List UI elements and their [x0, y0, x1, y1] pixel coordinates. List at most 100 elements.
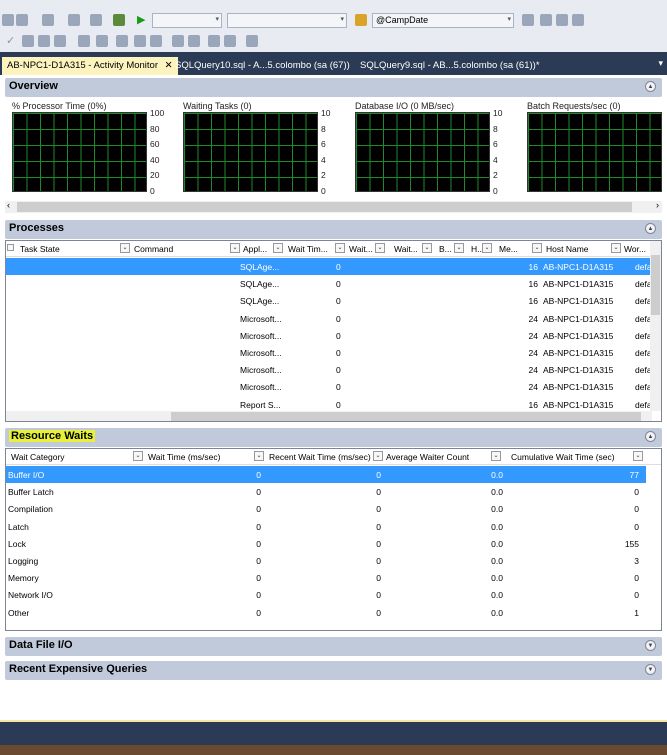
redo-icon[interactable] [42, 14, 54, 26]
column-header[interactable]: Wait... [394, 241, 418, 257]
find-icon[interactable] [355, 14, 367, 26]
results-icon[interactable] [38, 35, 50, 47]
table-row[interactable]: SQLAge... 0 16 AB-NPC1-D1A315 defa [6, 275, 652, 292]
column-header[interactable]: Wor... [624, 241, 646, 257]
scroll-right-icon[interactable]: › [656, 200, 659, 210]
filter-dropdown-icon[interactable]: ⌄ [254, 451, 264, 461]
solution-explorer-icon[interactable] [522, 14, 534, 26]
overview-horizontal-scrollbar[interactable]: ‹ › [5, 200, 662, 213]
indent-icon[interactable] [224, 35, 236, 47]
column-header[interactable]: Command [134, 241, 173, 257]
resource-waits-header[interactable]: Resource Waits ▲ [5, 428, 662, 447]
plan-icon[interactable] [54, 35, 66, 47]
collapse-icon[interactable]: ▲ [645, 81, 656, 92]
table-row[interactable]: Buffer Latch 0 0 0.0 0 [6, 483, 646, 500]
expand-icon[interactable]: ▼ [645, 640, 656, 651]
select-all-checkbox[interactable] [7, 244, 14, 251]
cell-memory: 24 [528, 330, 538, 341]
column-header[interactable]: Wait Category [11, 449, 65, 465]
processes-header[interactable]: Processes ▲ [5, 220, 662, 239]
filter-dropdown-icon[interactable]: ⌄ [120, 243, 130, 253]
table-row[interactable]: SQLAge... 0 16 AB-NPC1-D1A315 defa [6, 292, 652, 309]
column-header[interactable]: Appl... [243, 241, 267, 257]
expand-icon[interactable]: ▼ [645, 664, 656, 675]
platform-combo[interactable]: ▾ [227, 13, 347, 28]
column-header[interactable]: Task State [20, 241, 60, 257]
table-row[interactable]: Logging 0 0 0.0 3 [6, 552, 646, 569]
filter-dropdown-icon[interactable]: ⌄ [422, 243, 432, 253]
file-results-icon[interactable] [150, 35, 162, 47]
undo-icon[interactable] [16, 14, 28, 26]
filter-dropdown-icon[interactable]: ⌄ [273, 243, 283, 253]
filter-dropdown-icon[interactable]: ⌄ [482, 243, 492, 253]
recent-expensive-queries-header[interactable]: Recent Expensive Queries ▼ [5, 661, 662, 680]
column-header[interactable]: Me... [499, 241, 518, 257]
text-results-icon[interactable] [116, 35, 128, 47]
comment-icon[interactable] [172, 35, 184, 47]
scrollbar-thumb[interactable] [17, 202, 632, 212]
table-row[interactable]: Microsoft... 0 24 AB-NPC1-D1A315 defa [6, 344, 652, 361]
grid-results-icon[interactable] [134, 35, 146, 47]
column-header[interactable]: Host Name [546, 241, 589, 257]
column-header[interactable]: Wait Time (ms/sec) [148, 449, 220, 465]
filter-dropdown-icon[interactable]: ⌄ [335, 243, 345, 253]
table-row[interactable]: Lock 0 0 0.0 155 [6, 535, 646, 552]
tab-overflow-icon[interactable]: ▾ [658, 58, 663, 69]
report-icon[interactable] [113, 14, 125, 26]
toolbar-icon[interactable] [90, 14, 102, 26]
table-row[interactable]: Microsoft... 0 24 AB-NPC1-D1A315 defa [6, 327, 652, 344]
save-icon[interactable] [2, 14, 14, 26]
overview-header[interactable]: Overview ▲ [5, 78, 662, 97]
find-combo[interactable]: @CampDate ▾ [372, 13, 514, 28]
tab-activity-monitor[interactable]: AB-NPC1-D1A315 - Activity Monitor ✕ [2, 57, 178, 75]
cell-wait-time: 0 [256, 538, 261, 549]
column-header[interactable]: B... [439, 241, 452, 257]
tab-sqlquery9[interactable]: SQLQuery9.sql - AB...5.colombo (sa (61))… [355, 57, 545, 75]
filter-dropdown-icon[interactable]: ⌄ [230, 243, 240, 253]
table-row[interactable]: Network I/O 0 0 0.0 0 [6, 586, 646, 603]
filter-dropdown-icon[interactable]: ⌄ [491, 451, 501, 461]
table-row[interactable]: Compilation 0 0 0.0 0 [6, 500, 646, 517]
navigate-icon[interactable] [68, 14, 80, 26]
scroll-left-icon[interactable]: ‹ [7, 200, 10, 210]
filter-dropdown-icon[interactable]: ⌄ [532, 243, 542, 253]
filter-dropdown-icon[interactable]: ⌄ [373, 451, 383, 461]
uncomment-icon[interactable] [188, 35, 200, 47]
column-header[interactable]: Recent Wait Time (ms/sec) [269, 449, 371, 465]
properties-icon[interactable] [540, 14, 552, 26]
table-row[interactable]: Buffer I/O 0 0 0.0 77 [6, 466, 646, 483]
checkmark-icon[interactable]: ✓ [6, 34, 15, 47]
filter-dropdown-icon[interactable]: ⌄ [454, 243, 464, 253]
solution-config-combo[interactable]: ▾ [152, 13, 222, 28]
table-row[interactable]: Memory 0 0 0.0 0 [6, 569, 646, 586]
scrollbar-thumb[interactable] [171, 412, 641, 421]
window-icon[interactable] [572, 14, 584, 26]
table-row[interactable]: Microsoft... 0 24 AB-NPC1-D1A315 defa [6, 361, 652, 378]
filter-dropdown-icon[interactable]: ⌄ [133, 451, 143, 461]
table-row[interactable]: Microsoft... 0 24 AB-NPC1-D1A315 defa [6, 378, 652, 395]
table-row[interactable]: Microsoft... 0 24 AB-NPC1-D1A315 defa [6, 310, 652, 327]
scrollbar-thumb[interactable] [651, 255, 660, 315]
table-row[interactable]: Latch 0 0 0.0 0 [6, 518, 646, 535]
filter-dropdown-icon[interactable]: ⌄ [611, 243, 621, 253]
tab-sqlquery10[interactable]: SQLQuery10.sql - A...5.colombo (sa (67)) [170, 57, 355, 75]
filter-dropdown-icon[interactable]: ⌄ [633, 451, 643, 461]
execute-icon[interactable]: ▶ [137, 13, 145, 26]
collapse-icon[interactable]: ▲ [645, 431, 656, 442]
table-row[interactable]: SQLAge... 0 16 AB-NPC1-D1A315 defa [6, 258, 652, 275]
processes-horizontal-scrollbar[interactable] [6, 411, 652, 421]
outdent-icon[interactable] [208, 35, 220, 47]
tools-icon[interactable] [556, 14, 568, 26]
data-file-io-header[interactable]: Data File I/O ▼ [5, 637, 662, 656]
column-header[interactable]: Wait Tim... [288, 241, 328, 257]
filter-dropdown-icon[interactable]: ⌄ [375, 243, 385, 253]
collapse-icon[interactable]: ▲ [645, 223, 656, 234]
column-header[interactable]: Average Waiter Count [386, 449, 469, 465]
intellisense-icon[interactable] [96, 35, 108, 47]
query-options-icon[interactable] [78, 35, 90, 47]
table-row[interactable]: Other 0 0 0.0 1 [6, 604, 646, 621]
column-header[interactable]: Wait... [349, 241, 373, 257]
column-header[interactable]: Cumulative Wait Time (sec) [511, 449, 615, 465]
parse-icon[interactable] [22, 35, 34, 47]
specify-values-icon[interactable] [246, 35, 258, 47]
